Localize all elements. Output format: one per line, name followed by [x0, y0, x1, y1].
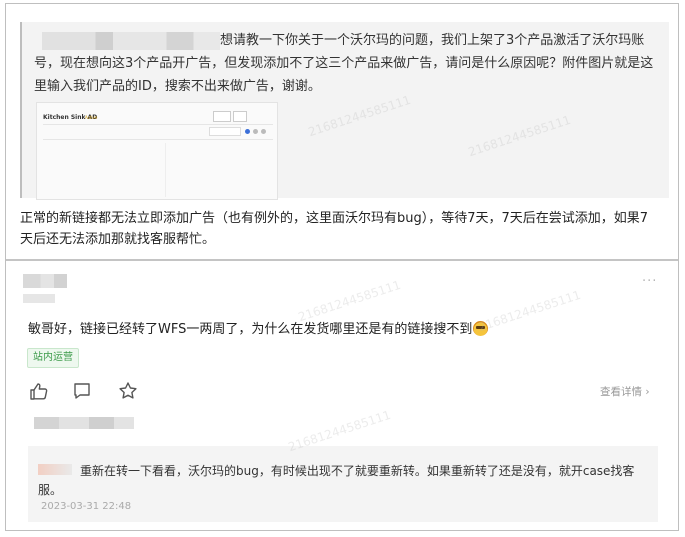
- screenshot-divider: [43, 139, 273, 140]
- screenshot-divider: [43, 124, 273, 125]
- blurred-reply-header: [34, 417, 134, 429]
- screenshot-search-box: [209, 127, 241, 136]
- quote-bar: [20, 22, 22, 198]
- view-details-link[interactable]: 查看详情 ›: [600, 384, 650, 399]
- screenshot-column-divider: [165, 143, 166, 197]
- star-icon[interactable]: [117, 380, 139, 402]
- more-options-icon[interactable]: ···: [642, 274, 657, 289]
- thumbs-up-icon[interactable]: [28, 380, 50, 402]
- screenshot-dot: [253, 129, 258, 134]
- forum-thread: 想请教一下你关于一个沃尔玛的问题，我们上架了3个产品激活了沃尔玛账号，现在想向这…: [5, 3, 679, 531]
- comment-icon[interactable]: [71, 380, 93, 402]
- emoji-icon: [473, 321, 489, 336]
- category-tag[interactable]: 站内运营: [27, 348, 79, 368]
- screenshot-status: Active: [85, 115, 98, 120]
- screenshot-button: [213, 111, 231, 122]
- post-text-content: 敏哥好，链接已经转了WFS一两周了，为什么在发货哪里还是有的链接搜不到: [28, 322, 473, 337]
- answer-text: 正常的新链接都无法立即添加广告（也有例外的，这里面沃尔玛有bug），等待7天，7…: [20, 211, 649, 247]
- reply-box: 重新在转一下看看，沃尔玛的bug，有时候出现不了就要重新转。如果重新转了还是没有…: [28, 446, 658, 522]
- reply-text: 重新在转一下看看，沃尔玛的bug，有时候出现不了就要重新转。如果重新转了还是没有…: [38, 464, 635, 497]
- reply-timestamp: 2023-03-31 22:48: [41, 501, 132, 512]
- blurred-avatar-name[interactable]: [23, 274, 67, 288]
- post-text: 敏哥好，链接已经转了WFS一两周了，为什么在发货哪里还是有的链接搜不到: [28, 318, 489, 337]
- screenshot-dot: [245, 129, 250, 134]
- question-text: 想请教一下你关于一个沃尔玛的问题，我们上架了3个产品激活了沃尔玛账号，现在想向这…: [34, 33, 654, 94]
- screenshot-button: [233, 111, 247, 122]
- watermark: 21681244585111: [476, 287, 583, 335]
- screenshot-dot: [261, 129, 266, 134]
- section-divider: [6, 259, 678, 261]
- question-card: 想请教一下你关于一个沃尔玛的问题，我们上架了3个产品激活了沃尔玛账号，现在想向这…: [20, 22, 669, 200]
- attached-screenshot[interactable]: Kitchen Sink AD Active: [36, 102, 278, 200]
- blurred-user-meta: [23, 294, 55, 303]
